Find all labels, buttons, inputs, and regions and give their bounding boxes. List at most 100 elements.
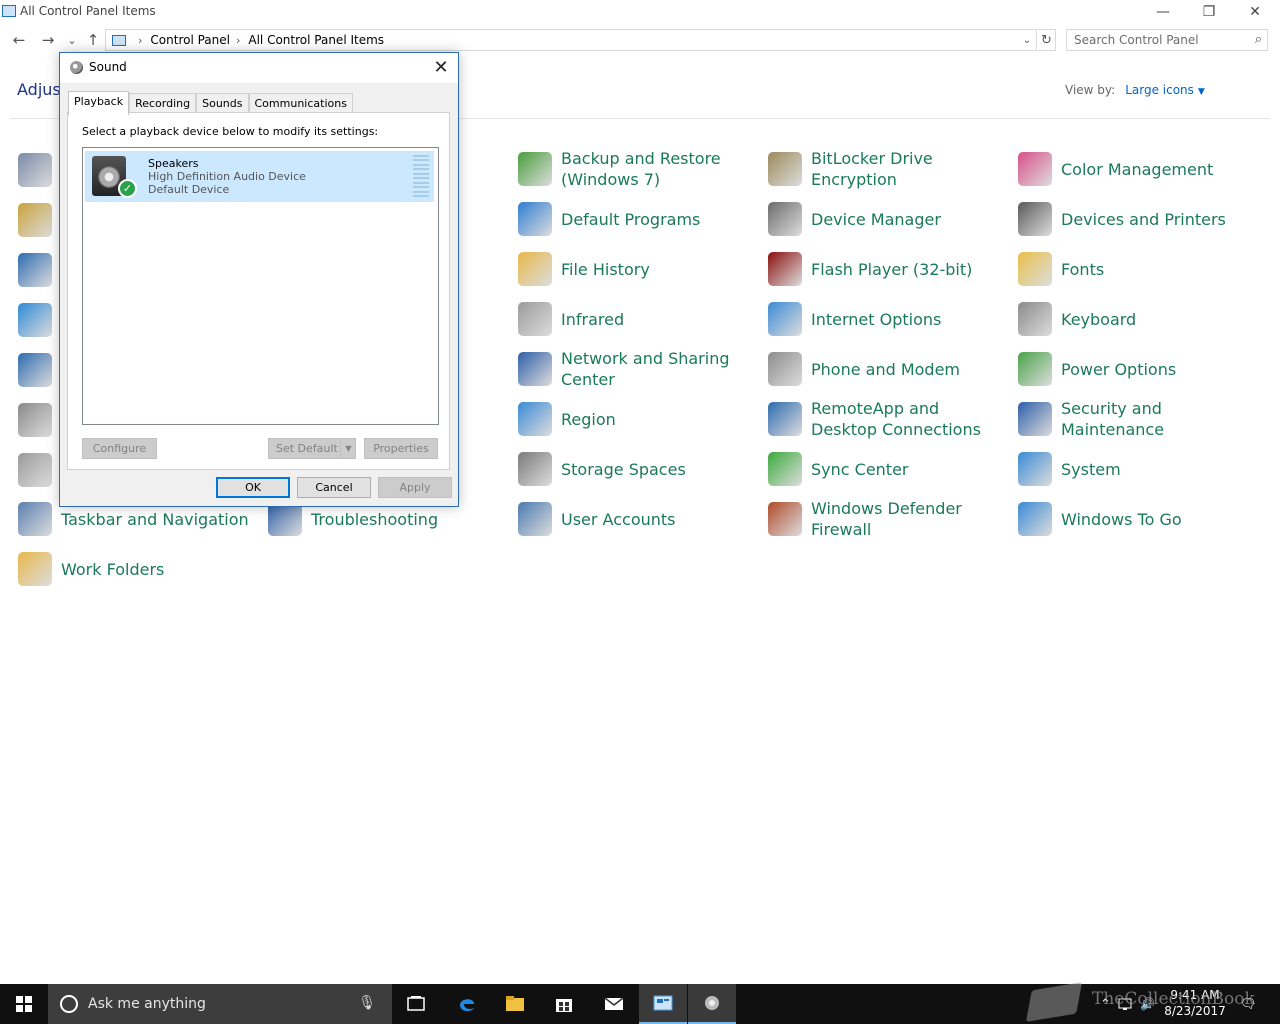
- control-panel-item-label[interactable]: Phone and Modem: [811, 359, 1001, 380]
- caret-down-icon[interactable]: ▼: [1198, 87, 1205, 97]
- control-panel-item[interactable]: Default Programs: [518, 197, 751, 241]
- control-panel-item-label[interactable]: Security and Maintenance: [1061, 398, 1251, 440]
- tab-sounds[interactable]: Sounds: [196, 93, 249, 114]
- control-panel-item[interactable]: Phone and Modem: [768, 347, 1001, 391]
- control-panel-item-label[interactable]: RemoteApp and Desktop Connections: [811, 398, 1001, 440]
- control-panel-item-label[interactable]: Sync Center: [811, 459, 1001, 480]
- control-panel-item[interactable]: Power Options: [1018, 347, 1251, 391]
- control-panel-item[interactable]: Windows To Go: [1018, 497, 1251, 541]
- control-panel-item[interactable]: Color Management: [1018, 147, 1251, 191]
- task-view-icon[interactable]: [392, 984, 440, 1024]
- recent-locations-icon[interactable]: ⌄: [62, 30, 82, 50]
- tab-playback[interactable]: Playback: [68, 91, 130, 115]
- control-panel-item-label[interactable]: Default Programs: [561, 209, 751, 230]
- control-panel-item[interactable]: Work Folders: [18, 547, 251, 591]
- view-by-dropdown[interactable]: Large icons: [1125, 83, 1194, 97]
- control-panel-item[interactable]: User Accounts: [518, 497, 751, 541]
- control-panel-item-label[interactable]: Keyboard: [1061, 309, 1251, 330]
- credential-manager-icon[interactable]: [18, 253, 52, 287]
- control-panel-item-label[interactable]: Region: [561, 409, 751, 430]
- up-arrow-icon[interactable]: ↑: [83, 30, 103, 50]
- control-panel-item-label[interactable]: System: [1061, 459, 1251, 480]
- control-panel-item-label[interactable]: Infrared: [561, 309, 751, 330]
- control-panel-item-label[interactable]: Storage Spaces: [561, 459, 751, 480]
- control-panel-taskbar-icon[interactable]: [639, 984, 687, 1024]
- file-explorer-icon[interactable]: [491, 984, 539, 1024]
- restore-button[interactable]: ❐: [1186, 0, 1232, 24]
- device-list[interactable]: ✓ Speakers High Definition Audio Device …: [82, 147, 439, 425]
- control-panel-item[interactable]: File History: [518, 247, 751, 291]
- control-panel-item[interactable]: Device Manager: [768, 197, 1001, 241]
- control-panel-item-label[interactable]: Power Options: [1061, 359, 1251, 380]
- microphone-icon[interactable]: 🎙: [358, 995, 376, 1011]
- back-arrow-icon[interactable]: ←: [9, 30, 29, 50]
- control-panel-item-label[interactable]: Work Folders: [61, 559, 251, 580]
- control-panel-item-label[interactable]: User Accounts: [561, 509, 751, 530]
- control-panel-item-label[interactable]: Backup and Restore (Windows 7): [561, 148, 751, 190]
- search-input[interactable]: [1074, 30, 1244, 50]
- chevron-down-icon[interactable]: ▼: [340, 439, 356, 458]
- mail-icon[interactable]: [590, 984, 638, 1024]
- control-panel-item-label[interactable]: Internet Options: [811, 309, 1001, 330]
- address-bar[interactable]: › Control Panel › All Control Panel Item…: [105, 29, 1037, 51]
- search-icon[interactable]: ⌕: [1255, 32, 1262, 47]
- breadcrumb-all-items[interactable]: All Control Panel Items: [248, 33, 384, 47]
- refresh-icon[interactable]: ↻: [1038, 29, 1056, 51]
- control-panel-item-label[interactable]: Windows To Go: [1061, 509, 1251, 530]
- cortana-search-box[interactable]: Ask me anything 🎙: [48, 984, 392, 1024]
- sound-taskbar-icon[interactable]: [688, 984, 736, 1024]
- start-button[interactable]: [0, 984, 48, 1024]
- control-panel-item[interactable]: RemoteApp and Desktop Connections: [768, 397, 1001, 441]
- control-panel-item[interactable]: Devices and Printers: [1018, 197, 1251, 241]
- autoplay-icon[interactable]: [18, 203, 52, 237]
- sound-icon[interactable]: [18, 453, 52, 487]
- language-icon[interactable]: [18, 353, 52, 387]
- control-panel-item[interactable]: Network and Sharing Center: [518, 347, 751, 391]
- control-panel-item[interactable]: Fonts: [1018, 247, 1251, 291]
- apply-button[interactable]: Apply: [378, 477, 452, 498]
- control-panel-item[interactable]: Flash Player (32-bit): [768, 247, 1001, 291]
- control-panel-item[interactable]: BitLocker Drive Encryption: [768, 147, 1001, 191]
- store-icon[interactable]: [540, 984, 588, 1024]
- control-panel-item[interactable]: System: [1018, 447, 1251, 491]
- control-panel-item[interactable]: Sync Center: [768, 447, 1001, 491]
- control-panel-item-label[interactable]: Devices and Printers: [1061, 209, 1251, 230]
- close-button[interactable]: ✕: [1232, 0, 1278, 24]
- control-panel-item-label[interactable]: Windows Defender Firewall: [811, 498, 1001, 540]
- control-panel-item[interactable]: Backup and Restore (Windows 7): [518, 147, 751, 191]
- search-box[interactable]: ⌕: [1066, 29, 1268, 51]
- control-panel-item-label[interactable]: Color Management: [1061, 159, 1251, 180]
- chevron-right-icon[interactable]: ›: [236, 34, 240, 47]
- control-panel-item-label[interactable]: Network and Sharing Center: [561, 348, 751, 390]
- control-panel-item-label[interactable]: Device Manager: [811, 209, 1001, 230]
- configure-button[interactable]: Configure: [82, 438, 157, 459]
- control-panel-item[interactable]: Storage Spaces: [518, 447, 751, 491]
- chevron-right-icon[interactable]: ›: [138, 34, 142, 47]
- control-panel-item-label[interactable]: Taskbar and Navigation: [61, 509, 251, 530]
- forward-arrow-icon[interactable]: →: [38, 30, 58, 50]
- breadcrumb-control-panel[interactable]: Control Panel: [150, 33, 230, 47]
- chevron-down-icon[interactable]: ⌄: [1020, 32, 1034, 48]
- minimize-button[interactable]: —: [1140, 0, 1186, 24]
- edge-icon[interactable]: [443, 984, 491, 1024]
- control-panel-item[interactable]: Keyboard: [1018, 297, 1251, 341]
- properties-button[interactable]: Properties: [364, 438, 438, 459]
- tab-communications[interactable]: Communications: [248, 93, 353, 114]
- control-panel-item[interactable]: Windows Defender Firewall: [768, 497, 1001, 541]
- dialog-close-button[interactable]: ✕: [430, 56, 452, 78]
- ease-of-access-icon[interactable]: [18, 303, 52, 337]
- set-default-button[interactable]: Set Default ▼: [268, 438, 356, 459]
- control-panel-item-label[interactable]: BitLocker Drive Encryption: [811, 148, 1001, 190]
- control-panel-item-label[interactable]: Troubleshooting: [311, 509, 501, 530]
- control-panel-item[interactable]: Region: [518, 397, 751, 441]
- control-panel-item[interactable]: Infrared: [518, 297, 751, 341]
- tab-recording[interactable]: Recording: [129, 93, 197, 114]
- cancel-button[interactable]: Cancel: [297, 477, 371, 498]
- control-panel-item-label[interactable]: Flash Player (32-bit): [811, 259, 1001, 280]
- control-panel-item-label[interactable]: File History: [561, 259, 751, 280]
- programs-features-icon[interactable]: [18, 403, 52, 437]
- control-panel-item[interactable]: Security and Maintenance: [1018, 397, 1251, 441]
- admin-tools-icon[interactable]: [18, 153, 52, 187]
- device-speakers[interactable]: ✓ Speakers High Definition Audio Device …: [85, 151, 434, 202]
- ok-button[interactable]: OK: [216, 477, 290, 498]
